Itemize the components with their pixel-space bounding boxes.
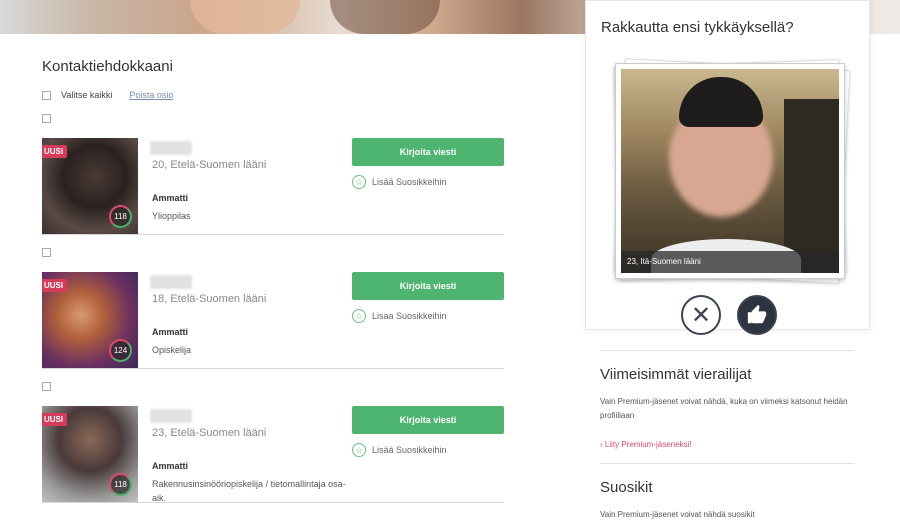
- divider: [42, 502, 504, 503]
- profile-photo[interactable]: UUSI 124: [42, 272, 138, 368]
- age-location: 20, Etelä-Suomen lääni: [152, 159, 267, 171]
- hero-image-part: [190, 0, 300, 34]
- visitors-title: Viimeisimmät vierailijat: [600, 366, 752, 383]
- add-favorite-label: Lisää Suosikkeihin: [372, 177, 447, 187]
- match-panel: Rakkautta ensi tykkäyksellä? 23, Itä-Suo…: [585, 0, 870, 335]
- section-title: Kontaktiehdokkaani: [42, 58, 173, 75]
- star-icon: ☆: [352, 175, 366, 189]
- sidebar: Rakkautta ensi tykkäyksellä? 23, Itä-Suo…: [585, 0, 870, 522]
- visitors-text: Vain Premium-jäsenet voivat nähdä, kuka …: [600, 397, 848, 420]
- add-favorite-label: Lisaa Suosikkeihin: [372, 311, 447, 321]
- new-badge: UUSI: [42, 279, 68, 292]
- blurred-name: [150, 275, 192, 289]
- match-title: Rakkautta ensi tykkäyksellä?: [601, 19, 794, 36]
- premium-link[interactable]: › Liity Premium-jäseneksi!: [600, 440, 854, 449]
- photo-hair: [679, 77, 763, 127]
- age-location: 18, Etelä-Suomen lääni: [152, 293, 267, 305]
- write-message-button[interactable]: Kirjoita viesti: [352, 406, 504, 434]
- like-button[interactable]: [737, 295, 777, 335]
- job-label: Ammatti: [152, 461, 189, 471]
- thumbs-up-icon: [747, 304, 767, 324]
- add-favorite-link[interactable]: ☆ Lisaa Suosikkeihin: [352, 309, 447, 323]
- blurred-name: [150, 141, 192, 155]
- close-icon: ✕: [690, 301, 712, 329]
- profile-photo[interactable]: UUSI 118: [42, 406, 138, 502]
- write-message-button[interactable]: Kirjoita viesti: [352, 272, 504, 300]
- new-badge: UUSI: [42, 413, 68, 426]
- select-all-label[interactable]: Valitse kaikki: [61, 90, 112, 100]
- new-badge: UUSI: [42, 145, 68, 158]
- profile-photo[interactable]: UUSI 118: [42, 138, 138, 234]
- star-icon: ☆: [352, 309, 366, 323]
- contact-card: UUSI 118 23, Etelä-Suomen lääni Ammatti …: [42, 387, 504, 503]
- dislike-button[interactable]: ✕: [681, 295, 721, 335]
- match-photo-frame[interactable]: 23, Itä-Suomen lääni: [615, 63, 845, 279]
- add-favorite-label: Lisää Suosikkeihin: [372, 445, 447, 455]
- write-message-button[interactable]: Kirjoita viesti: [352, 138, 504, 166]
- select-row: Valitse kaikki Poista osio: [42, 90, 173, 100]
- job-label: Ammatti: [152, 193, 189, 203]
- contacts-section: Kontaktiehdokkaani Valitse kaikki Poista…: [0, 34, 585, 522]
- hero-image-part: [330, 0, 440, 34]
- contact-card: UUSI 124 18, Etelä-Suomen lääni Ammatti …: [42, 253, 504, 369]
- photo-background: [784, 99, 839, 273]
- remove-section-link[interactable]: Poista osio: [129, 90, 173, 100]
- divider: [600, 350, 854, 351]
- favorites-text: Vain Premium-jäsenet voivat nähdä suosik…: [600, 510, 755, 519]
- job-value: Opiskelija: [152, 345, 192, 355]
- divider: [42, 234, 504, 235]
- job-label: Ammatti: [152, 327, 189, 337]
- match-caption: 23, Itä-Suomen lääni: [621, 251, 839, 273]
- star-icon: ☆: [352, 443, 366, 457]
- select-all-checkbox[interactable]: [42, 90, 51, 100]
- add-favorite-link[interactable]: ☆ Lisää Suosikkeihin: [352, 443, 447, 457]
- match-score: 124: [109, 339, 132, 362]
- job-value: Rakennusinsinööriopiskelija / tietomalli…: [152, 479, 346, 503]
- divider: [42, 368, 504, 369]
- match-score: 118: [109, 205, 132, 228]
- visitors-section: Viimeisimmät vierailijat Vain Premium-jä…: [600, 350, 854, 522]
- divider: [600, 463, 854, 464]
- favorites-title: Suosikit: [600, 479, 653, 496]
- age-location: 23, Etelä-Suomen lääni: [152, 427, 267, 439]
- blurred-name: [150, 409, 192, 423]
- photo-stack: 23, Itä-Suomen lääni: [611, 58, 851, 284]
- job-value: Ylioppilas: [152, 211, 191, 221]
- contact-card: UUSI 118 20, Etelä-Suomen lääni Ammatti …: [42, 119, 504, 235]
- match-score: 118: [109, 473, 132, 496]
- premium-link-label: Liity Premium-jäseneksi!: [604, 440, 692, 449]
- add-favorite-link[interactable]: ☆ Lisää Suosikkeihin: [352, 175, 447, 189]
- match-photo: 23, Itä-Suomen lääni: [621, 69, 839, 273]
